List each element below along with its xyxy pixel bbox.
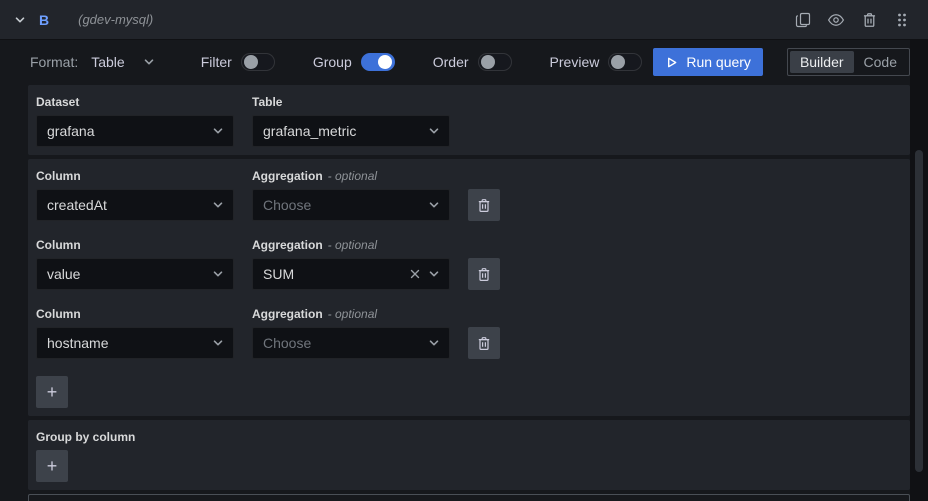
duplicate-query-icon[interactable]: [793, 10, 813, 30]
mode-builder-button[interactable]: Builder: [790, 51, 854, 73]
optional-label: - optional: [328, 307, 377, 321]
aggregation-select[interactable]: Choose: [252, 189, 450, 221]
group-by-label: Group by column: [36, 430, 902, 444]
column-field: Column value: [36, 238, 234, 290]
aggregation-value: Choose: [263, 335, 421, 351]
group-switch[interactable]: [361, 53, 395, 71]
format-select[interactable]: Table: [91, 54, 154, 70]
add-column-button[interactable]: +: [36, 376, 68, 408]
scrollbar-thumb[interactable]: [915, 150, 923, 472]
run-query-label: Run query: [686, 54, 751, 70]
aggregation-value: SUM: [263, 266, 409, 282]
column-value: createdAt: [47, 197, 205, 213]
aggregation-label: Aggregation - optional: [252, 238, 450, 252]
chevron-down-icon: [143, 56, 155, 68]
aggregation-field: Aggregation - optional SUM: [252, 238, 450, 290]
chevron-down-icon: [428, 268, 440, 280]
column-value: hostname: [47, 335, 205, 351]
chevron-down-icon: [428, 125, 440, 137]
mode-code-button[interactable]: Code: [854, 51, 907, 73]
query-editor: B (gdev-mysql): [0, 0, 928, 501]
column-row: Column createdAt Aggregation - optional: [36, 169, 902, 221]
dataset-value: grafana: [47, 123, 205, 139]
column-label: Column: [36, 238, 234, 252]
remove-column-trash-button[interactable]: [468, 327, 500, 359]
order-toggle[interactable]: Order: [433, 53, 512, 71]
remove-column-trash-button[interactable]: [468, 258, 500, 290]
editor-mode-group: Builder Code: [787, 48, 910, 76]
play-icon: [665, 56, 678, 69]
hide-response-eye-icon[interactable]: [826, 10, 846, 30]
preview-toggle[interactable]: Preview: [550, 53, 643, 71]
dataset-field: Dataset grafana: [36, 95, 234, 147]
datasource-name: (gdev-mysql): [78, 12, 153, 27]
table-field: Table grafana_metric: [252, 95, 450, 147]
aggregation-label-text: Aggregation: [252, 307, 323, 321]
aggregation-select[interactable]: Choose: [252, 327, 450, 359]
aggregation-value: Choose: [263, 197, 421, 213]
aggregation-label-text: Aggregation: [252, 238, 323, 252]
filter-toggle-label: Filter: [201, 54, 232, 70]
column-row: Column value Aggregation - optional: [36, 238, 902, 290]
aggregation-label: Aggregation - optional: [252, 307, 450, 321]
column-field: Column createdAt: [36, 169, 234, 221]
clear-icon[interactable]: [409, 268, 421, 280]
dataset-label: Dataset: [36, 95, 234, 109]
column-select[interactable]: hostname: [36, 327, 234, 359]
next-panel-partial: [28, 494, 910, 501]
group-by-panel: Group by column +: [28, 420, 910, 490]
column-label: Column: [36, 307, 234, 321]
dataset-panel: Dataset grafana Table grafana_metric: [28, 85, 910, 155]
optional-label: - optional: [328, 238, 377, 252]
chevron-down-icon: [212, 199, 224, 211]
add-group-by-button[interactable]: +: [36, 450, 68, 482]
chevron-down-icon: [428, 337, 440, 349]
query-row-header: B (gdev-mysql): [0, 0, 928, 40]
chevron-down-icon: [428, 199, 440, 211]
run-query-button[interactable]: Run query: [653, 48, 763, 76]
query-ref-id: B: [39, 12, 49, 28]
aggregation-field: Aggregation - optional Choose: [252, 307, 450, 359]
chevron-down-icon: [212, 268, 224, 280]
filter-toggle[interactable]: Filter: [201, 53, 275, 71]
table-value: grafana_metric: [263, 123, 421, 139]
column-label: Column: [36, 169, 234, 183]
aggregation-label-text: Aggregation: [252, 169, 323, 183]
column-row: Column hostname Aggregation - optional: [36, 307, 902, 359]
query-toolbar: Format: Table Filter Group Order Preview: [28, 47, 910, 77]
chevron-down-icon: [212, 125, 224, 137]
drag-handle-icon[interactable]: [892, 10, 912, 30]
column-value: value: [47, 266, 205, 282]
preview-switch[interactable]: [608, 53, 642, 71]
preview-toggle-label: Preview: [550, 54, 600, 70]
column-field: Column hostname: [36, 307, 234, 359]
aggregation-field: Aggregation - optional Choose: [252, 169, 450, 221]
order-switch[interactable]: [478, 53, 512, 71]
columns-panel: Column createdAt Aggregation - optional: [28, 159, 910, 416]
remove-column-trash-button[interactable]: [468, 189, 500, 221]
column-select[interactable]: value: [36, 258, 234, 290]
aggregation-label: Aggregation - optional: [252, 169, 450, 183]
optional-label: - optional: [328, 169, 377, 183]
filter-switch[interactable]: [241, 53, 275, 71]
order-toggle-label: Order: [433, 54, 469, 70]
remove-query-trash-icon[interactable]: [859, 10, 879, 30]
group-toggle[interactable]: Group: [313, 53, 395, 71]
add-column-row: +: [36, 376, 902, 408]
aggregation-select[interactable]: SUM: [252, 258, 450, 290]
query-editor-body: Format: Table Filter Group Order Preview: [0, 47, 928, 501]
query-actions: [793, 10, 912, 30]
collapse-chevron-icon[interactable]: [14, 14, 26, 26]
column-select[interactable]: createdAt: [36, 189, 234, 221]
format-label: Format:: [30, 54, 78, 70]
table-label: Table: [252, 95, 450, 109]
format-value: Table: [91, 54, 124, 70]
group-toggle-label: Group: [313, 54, 352, 70]
dataset-select[interactable]: grafana: [36, 115, 234, 147]
table-select[interactable]: grafana_metric: [252, 115, 450, 147]
chevron-down-icon: [212, 337, 224, 349]
